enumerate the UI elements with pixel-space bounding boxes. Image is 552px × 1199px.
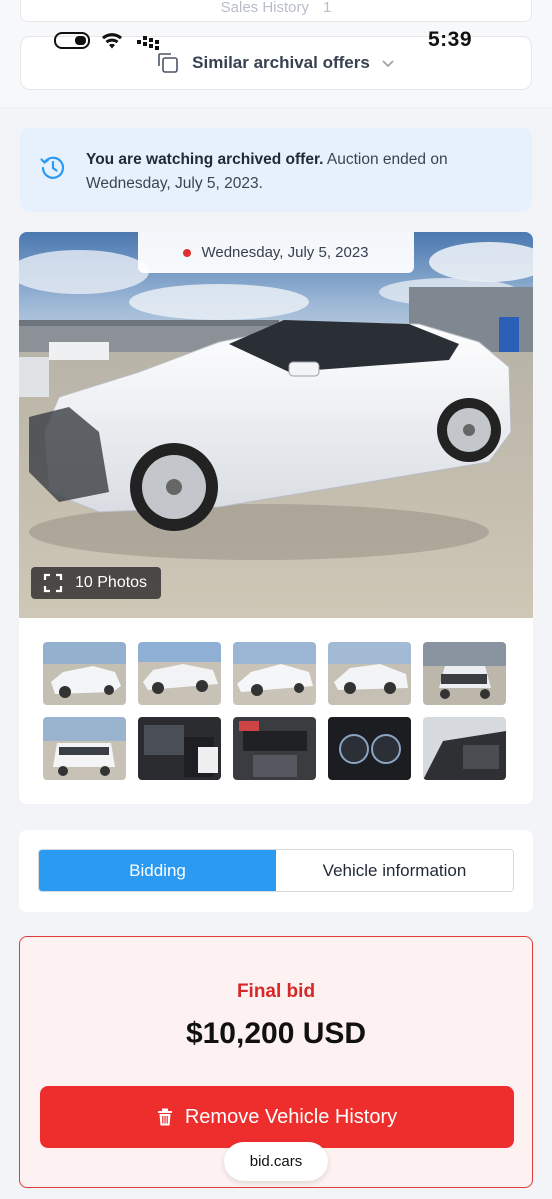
- thumbnail[interactable]: [138, 717, 221, 780]
- top-area: Sales History 1 Similar archival offers …: [0, 0, 552, 108]
- sales-history-row[interactable]: Sales History 1: [20, 0, 532, 22]
- remove-vehicle-history-label: Remove Vehicle History: [184, 1105, 398, 1128]
- photos-count-button[interactable]: 10 Photos: [31, 567, 161, 599]
- archived-notice: You are watching archived offer. Auction…: [20, 128, 532, 212]
- photos-count-label: 10 Photos: [75, 574, 148, 591]
- thumbnail[interactable]: [233, 642, 316, 705]
- auction-date-badge: Wednesday, July 5, 2023: [138, 232, 414, 273]
- gallery-card: Wednesday, July 5, 2023 10 Photos: [19, 232, 533, 804]
- tab-bar: Bidding Vehicle information: [38, 849, 514, 892]
- final-bid-amount: $10,200 USD: [185, 1017, 367, 1050]
- fullscreen-icon: [43, 573, 63, 593]
- thumbnail[interactable]: [138, 642, 221, 705]
- vehicle-photo-image: [19, 232, 533, 618]
- remove-vehicle-history-button[interactable]: Remove Vehicle History: [40, 1086, 514, 1148]
- thumbnail-grid: [43, 642, 509, 780]
- trash-icon: [157, 1108, 172, 1126]
- thumbnail[interactable]: [43, 717, 126, 780]
- tabs-card: Bidding Vehicle information: [19, 830, 533, 912]
- thumbnail[interactable]: [423, 717, 506, 780]
- history-icon: [40, 156, 65, 179]
- thumbnail[interactable]: [43, 642, 126, 705]
- auction-date: Wednesday, July 5, 2023: [201, 244, 369, 261]
- browser-address-pill[interactable]: bid.cars: [224, 1142, 328, 1181]
- thumbnail[interactable]: [328, 642, 411, 705]
- similar-offers-label: Similar archival offers: [192, 53, 370, 72]
- thumbnail[interactable]: [233, 717, 316, 780]
- status-bar: 5:39: [0, 26, 552, 56]
- live-dot-icon: [183, 248, 192, 257]
- status-time: 5:39: [427, 28, 472, 51]
- sales-history-label: Sales History: [220, 0, 309, 16]
- thumbnail[interactable]: [423, 642, 506, 705]
- wifi-icon: [102, 33, 122, 49]
- signal-icon: [137, 36, 159, 50]
- tab-bidding[interactable]: Bidding: [39, 850, 276, 891]
- tab-vehicle-information[interactable]: Vehicle information: [276, 850, 513, 891]
- chevron-down-icon: [382, 60, 394, 68]
- main-vehicle-photo[interactable]: Wednesday, July 5, 2023 10 Photos: [19, 232, 533, 618]
- archived-notice-bold: You are watching archived offer.: [86, 151, 324, 168]
- browser-site-label: bid.cars: [249, 1153, 303, 1170]
- final-bid-label: Final bid: [236, 981, 316, 1002]
- archived-notice-text: You are watching archived offer. Auction…: [86, 148, 514, 196]
- sales-history-count: 1: [323, 0, 332, 16]
- thumbnail[interactable]: [328, 717, 411, 780]
- battery-icon: [54, 32, 90, 49]
